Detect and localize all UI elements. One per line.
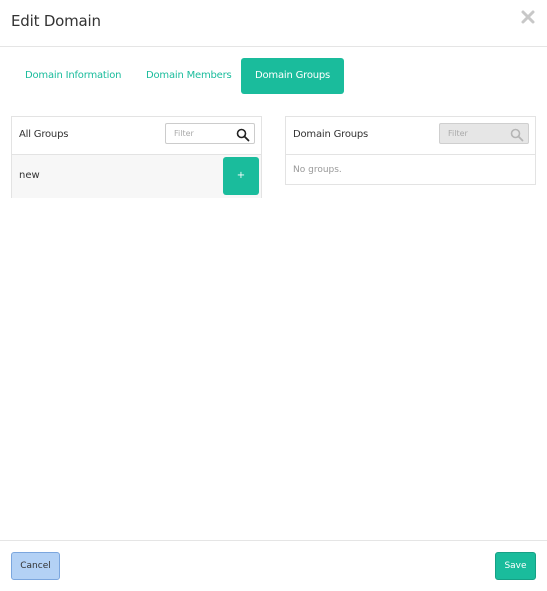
add-group-button[interactable]: + xyxy=(223,157,259,195)
all-groups-filter xyxy=(165,123,255,144)
dialog-footer: Cancel Save xyxy=(0,540,547,591)
all-groups-title: All Groups xyxy=(19,129,69,140)
domain-groups-title: Domain Groups xyxy=(293,129,369,140)
all-groups-panel: All Groups new + xyxy=(11,116,262,198)
dialog-title: Edit Domain xyxy=(11,12,101,30)
group-name: new xyxy=(19,170,40,181)
dialog-header: Edit Domain xyxy=(0,0,547,47)
tab-domain-information[interactable]: Domain Information xyxy=(11,58,135,94)
all-groups-header: All Groups xyxy=(12,117,261,155)
domain-groups-filter xyxy=(439,123,529,144)
domain-groups-filter-input xyxy=(440,124,510,143)
save-button[interactable]: Save xyxy=(495,552,536,580)
cancel-button[interactable]: Cancel xyxy=(11,552,60,580)
no-groups-text: No groups. xyxy=(293,165,342,175)
group-row: new + xyxy=(12,155,261,198)
search-icon[interactable] xyxy=(236,127,250,142)
domain-groups-panel: Domain Groups No groups. xyxy=(285,116,536,185)
domain-groups-header: Domain Groups xyxy=(286,117,535,155)
search-icon xyxy=(510,127,524,142)
all-groups-filter-input[interactable] xyxy=(166,124,236,143)
edit-domain-dialog: Edit Domain Domain Information Domain Me… xyxy=(0,0,547,591)
tab-domain-members[interactable]: Domain Members xyxy=(132,58,246,94)
close-icon[interactable] xyxy=(520,8,536,26)
tab-domain-groups[interactable]: Domain Groups xyxy=(241,58,345,94)
